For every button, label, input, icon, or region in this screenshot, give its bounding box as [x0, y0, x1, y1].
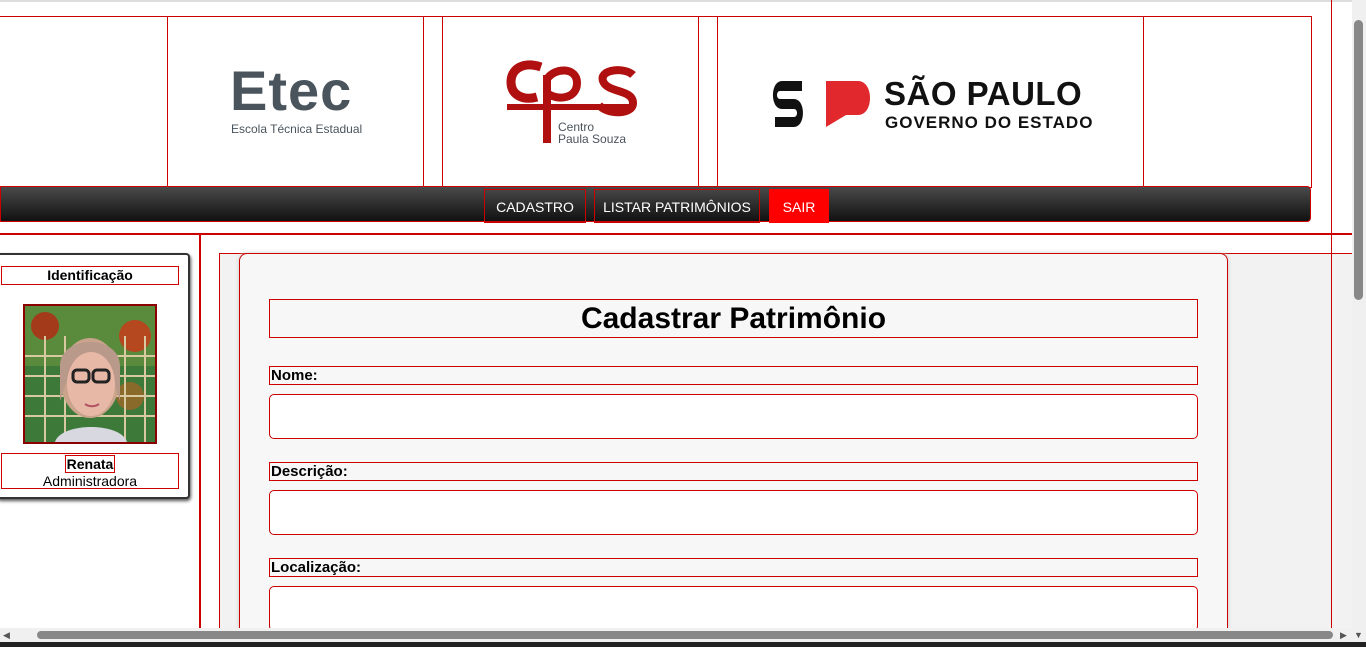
top-line [0, 0, 1352, 2]
scroll-down-arrow-icon[interactable]: ▼ [1354, 630, 1363, 640]
sp-logo: SÃO PAULO GOVERNO DO ESTADO [717, 17, 1144, 187]
nav-cadastro[interactable]: CADASTRO [484, 189, 586, 223]
identification-panel: Identificação Renata Administradora [0, 253, 190, 499]
page-right-border [1331, 0, 1332, 628]
cps-logo: Centro Paula Souza [442, 17, 699, 187]
sp-logo-mark [773, 81, 870, 127]
nome-label: Nome: [269, 366, 1198, 385]
page-title: Cadastrar Patrimônio [269, 299, 1198, 338]
user-name: Renata [64, 455, 116, 473]
nav-listar-patrimonios[interactable]: LISTAR PATRIMÔNIOS [594, 189, 760, 223]
avatar [23, 304, 157, 444]
descricao-input[interactable] [269, 490, 1198, 535]
identification-heading: Identificação [1, 266, 179, 285]
taskbar-strip [0, 642, 1366, 647]
avatar-photo [25, 306, 155, 442]
sidebar-divider [199, 235, 201, 628]
etec-logo-subtitle: Escola Técnica Estadual [231, 122, 363, 136]
etec-logo-word: Etec [230, 59, 353, 122]
nav-sair[interactable]: SAIR [769, 189, 829, 223]
sp-logo-subtitle: GOVERNO DO ESTADO [885, 113, 1094, 132]
horizontal-scrollbar-thumb[interactable] [37, 631, 1333, 639]
cps-logo-mark [506, 60, 638, 143]
localizacao-input[interactable] [269, 586, 1198, 628]
localizacao-label: Localização: [269, 558, 1198, 577]
logo-bar: Etec Escola Técnica Estadual Centro Paul… [0, 16, 1312, 188]
scroll-left-arrow-icon[interactable]: ◀ [3, 630, 10, 640]
scroll-right-arrow-icon[interactable]: ▶ [1340, 630, 1347, 640]
user-role: Administradora [42, 473, 138, 489]
vertical-scrollbar-thumb[interactable] [1354, 20, 1363, 300]
sp-logo-title: SÃO PAULO [884, 75, 1083, 112]
user-info: Renata Administradora [1, 453, 179, 489]
etec-logo: Etec Escola Técnica Estadual [167, 17, 424, 187]
cps-logo-line2: Paula Souza [558, 132, 627, 146]
descricao-label: Descrição: [269, 462, 1198, 481]
main-nav: CADASTRO LISTAR PATRIMÔNIOS SAIR [0, 186, 1311, 223]
cps-logo-text: Centro Paula Souza [558, 121, 626, 145]
nome-input[interactable] [269, 394, 1198, 439]
page: Etec Escola Técnica Estadual Centro Paul… [0, 0, 1352, 628]
header-divider [0, 233, 1352, 235]
